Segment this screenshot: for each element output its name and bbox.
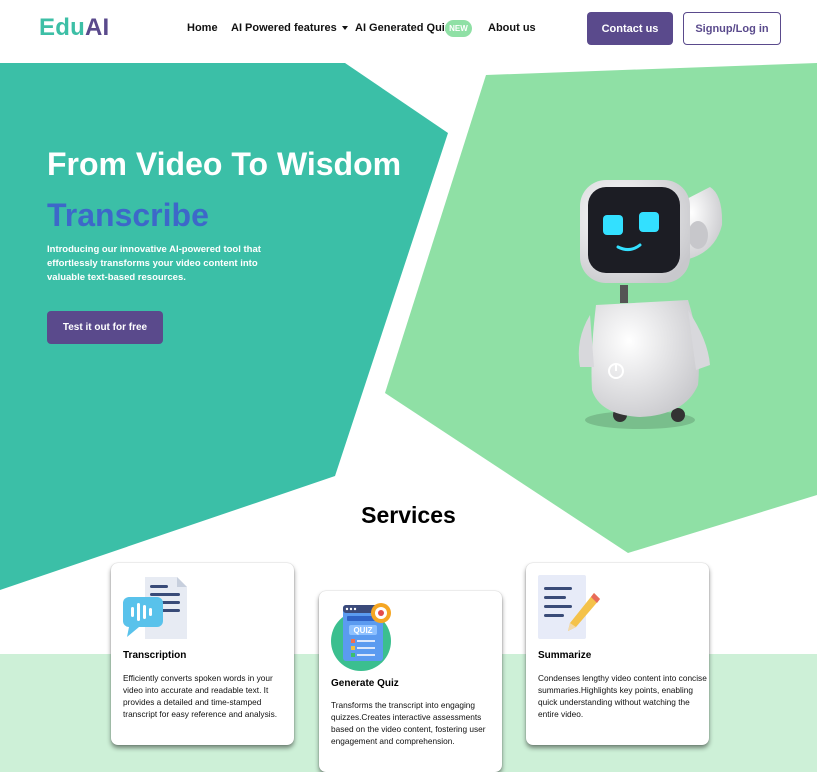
hero-title: From Video To Wisdom — [47, 146, 402, 182]
service-card-summarize[interactable]: Summarize Condenses lengthy video conten… — [526, 563, 709, 745]
transcription-icon — [123, 577, 187, 639]
nav-ai-features-label: AI Powered features — [231, 22, 337, 34]
hero-subtitle: Transcribe — [47, 197, 209, 233]
try-free-button[interactable]: Test it out for free — [47, 311, 163, 344]
nav-about[interactable]: About us — [488, 22, 536, 34]
logo[interactable]: EduAI — [39, 14, 109, 42]
nav-ai-features[interactable]: AI Powered features — [231, 22, 348, 34]
contact-button[interactable]: Contact us — [587, 12, 673, 45]
robot-illustration — [578, 180, 723, 429]
service-card-description: Transforms the transcript into engaging … — [331, 700, 486, 746]
signup-login-button[interactable]: Signup/Log in — [683, 12, 781, 45]
logo-ai: AI — [84, 14, 110, 41]
new-badge: NEW — [445, 20, 472, 37]
logo-edu: Edu — [39, 14, 85, 41]
quiz-icon-text: QUIZ — [353, 626, 372, 635]
quiz-icon: QUIZ — [331, 603, 391, 671]
services-title: Services — [361, 502, 456, 528]
service-card-transcription[interactable]: Transcription Efficiently converts spoke… — [111, 563, 294, 745]
nav-ai-quiz[interactable]: AI Generated Quiz — [355, 22, 450, 34]
service-card-title: Transcription — [123, 650, 187, 661]
summarize-icon — [538, 575, 600, 639]
service-card-title: Summarize — [538, 650, 592, 661]
service-card-description: Efficiently converts spoken words in you… — [123, 673, 278, 719]
hero-description: Introducing our innovative AI-powered to… — [47, 244, 261, 283]
nav-home[interactable]: Home — [187, 22, 218, 34]
service-card-title: Generate Quiz — [331, 678, 399, 689]
caret-down-icon — [341, 26, 348, 31]
service-card-description: Condenses lengthy video content into con… — [538, 673, 707, 719]
service-card-generate-quiz[interactable]: QUIZ Generate Quiz Transforms the transc… — [319, 591, 502, 772]
